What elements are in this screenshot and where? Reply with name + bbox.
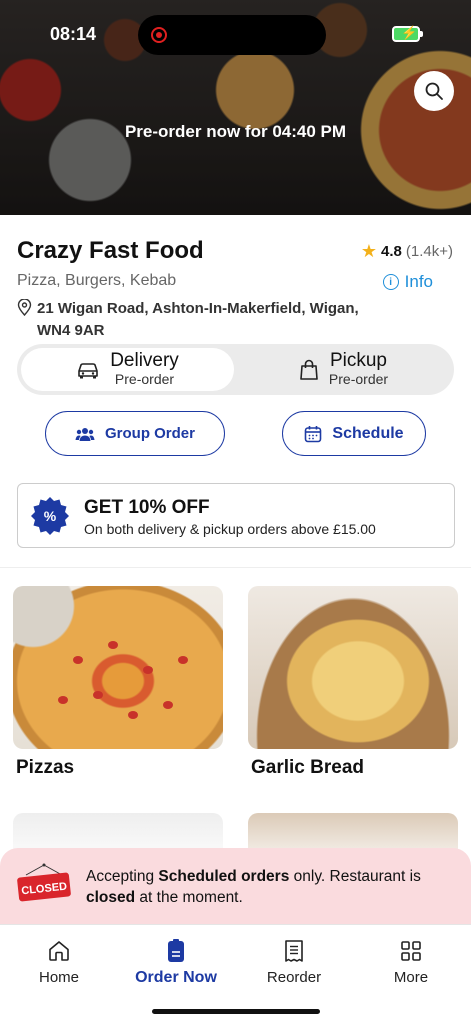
closed-sign-icon: CLOSED (17, 863, 71, 902)
preorder-banner: Pre-order now for 04:40 PM (124, 122, 347, 141)
tab-more[interactable]: More (356, 939, 466, 986)
rating-value: 4.8 (381, 243, 402, 260)
category-label-pizzas[interactable]: Pizzas (16, 757, 74, 779)
order-icon (168, 939, 184, 962)
info-link[interactable]: i Info (382, 272, 433, 292)
tab-reorder-label: Reorder (266, 969, 322, 986)
shopping-bag-icon (300, 359, 318, 380)
calendar-icon (305, 425, 322, 442)
grid-icon (401, 941, 421, 961)
category-image-garlic-bread[interactable] (248, 586, 458, 749)
schedule-button[interactable]: Schedule (282, 411, 426, 456)
closed-text-3: at the moment. (135, 889, 243, 906)
tab-order-now[interactable]: Order Now (121, 939, 231, 987)
delivery-subtitle: Pre-order (114, 370, 175, 387)
restaurant-name: Crazy Fast Food (17, 237, 204, 264)
hero-banner-image: 08:14 ⚡ Pre-order now for 04:40 PM (0, 0, 471, 215)
closed-notice-text: Accepting Scheduled orders only. Restaur… (86, 866, 456, 908)
promo-badge-symbol: % (44, 508, 57, 524)
promo-card[interactable]: % GET 10% OFF On both delivery & pickup … (17, 483, 455, 548)
pickup-subtitle: Pre-order (328, 370, 389, 387)
closed-text-1: Accepting (86, 868, 159, 885)
dynamic-island (138, 15, 326, 55)
section-divider (0, 567, 471, 568)
address: 21 Wigan Road, Ashton-In-Makerfield, Wig… (17, 298, 377, 342)
tab-reorder[interactable]: Reorder (239, 939, 349, 986)
group-icon (75, 427, 95, 441)
search-button[interactable] (414, 71, 454, 111)
closed-text-bold-1: Scheduled orders (158, 868, 290, 885)
category-image-partial (13, 813, 223, 853)
schedule-label: Schedule (332, 424, 404, 442)
pickup-option[interactable]: Pickup Pre-order (237, 348, 450, 391)
category-label-garlic-bread[interactable]: Garlic Bread (251, 757, 364, 779)
promo-subtitle: On both delivery & pickup orders above £… (84, 521, 376, 537)
recording-icon (151, 27, 167, 43)
info-icon: i (382, 274, 399, 290)
cuisine-list: Pizza, Burgers, Kebab (17, 272, 177, 289)
car-icon (78, 362, 98, 378)
category-image-pizzas[interactable] (13, 586, 223, 749)
rating: ★ 4.8 (1.4k+) (361, 241, 453, 262)
home-indicator[interactable] (152, 1009, 320, 1014)
tab-order-now-label: Order Now (135, 969, 217, 986)
address-text: 21 Wigan Road, Ashton-In-Makerfield, Wig… (37, 300, 359, 339)
tab-home[interactable]: Home (4, 939, 114, 986)
group-order-button[interactable]: Group Order (45, 411, 225, 456)
tab-home-label: Home (38, 969, 79, 986)
star-icon: ★ (360, 241, 378, 261)
battery-charging-icon: ⚡ (392, 25, 423, 42)
info-label: Info (404, 272, 433, 291)
tab-more-label: More (393, 969, 429, 986)
delivery-title: Delivery (110, 349, 179, 371)
status-time: 08:14 (50, 24, 97, 44)
rating-count: (1.4k+) (405, 243, 453, 260)
location-pin-icon (17, 298, 37, 342)
promo-title: GET 10% OFF (84, 497, 210, 518)
group-order-label: Group Order (104, 425, 195, 442)
discount-badge-icon: % (31, 497, 69, 535)
home-icon (49, 941, 69, 961)
category-image-partial (248, 813, 458, 853)
order-mode-toggle: Delivery Pre-order Pickup Pre-order (17, 344, 454, 395)
search-icon (425, 82, 443, 100)
closed-text-bold-2: closed (86, 889, 136, 906)
closed-text-2: only. Restaurant is (289, 868, 421, 885)
pickup-title: Pickup (329, 349, 387, 371)
delivery-option[interactable]: Delivery Pre-order (21, 348, 234, 391)
receipt-icon (285, 940, 303, 962)
